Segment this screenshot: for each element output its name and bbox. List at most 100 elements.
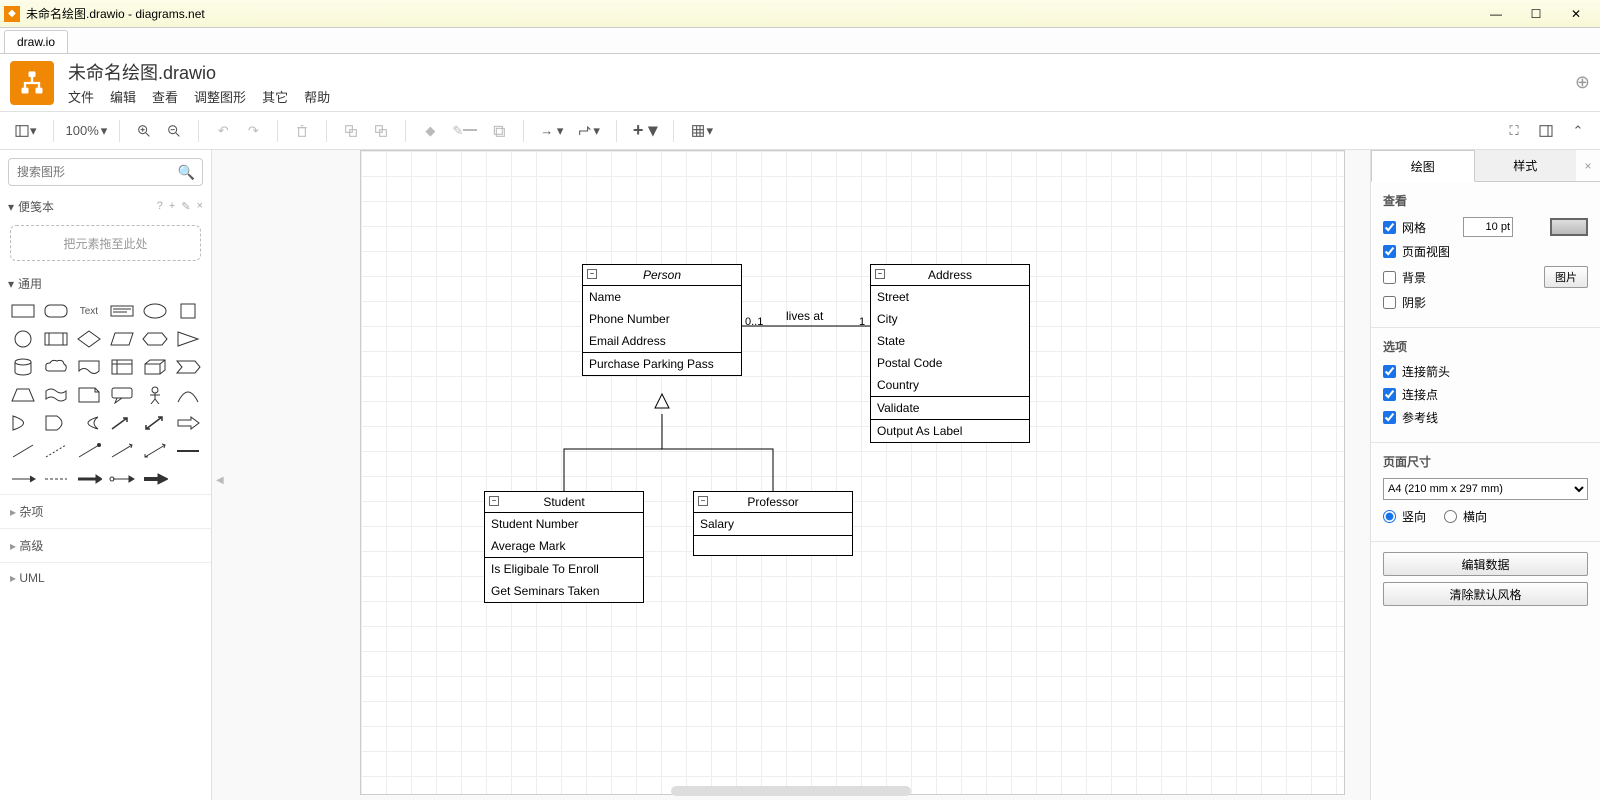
shape-rect[interactable] (8, 300, 37, 322)
landscape-radio[interactable] (1444, 510, 1457, 523)
menu-help[interactable]: 帮助 (304, 87, 330, 106)
shape-line1[interactable] (8, 440, 37, 462)
sidebar-splitter[interactable]: ◀ (216, 475, 224, 486)
menu-edit[interactable]: 编辑 (110, 87, 136, 106)
shape-process[interactable] (41, 328, 70, 350)
points-checkbox[interactable] (1383, 388, 1396, 401)
tab-style[interactable]: 样式 (1475, 150, 1577, 182)
scratchpad-close-icon[interactable]: × (197, 200, 203, 213)
collapse-icon[interactable]: − (875, 269, 885, 279)
connection-button[interactable]: → ▾ (536, 117, 567, 145)
shape-textbox[interactable] (107, 300, 136, 322)
shape-conn1[interactable] (174, 440, 203, 462)
shape-trapezoid[interactable] (8, 384, 37, 406)
shape-step[interactable] (174, 356, 203, 378)
shape-arrow-thick[interactable] (174, 412, 203, 434)
grid-checkbox[interactable] (1383, 221, 1396, 234)
menu-adjust[interactable]: 调整图形 (194, 87, 246, 106)
shape-conn2[interactable] (8, 468, 37, 490)
maximize-button[interactable]: ☐ (1516, 0, 1556, 28)
shape-internal[interactable] (107, 356, 136, 378)
close-button[interactable]: ✕ (1556, 0, 1596, 28)
portrait-radio[interactable] (1383, 510, 1396, 523)
minimize-button[interactable]: — (1476, 0, 1516, 28)
format-panel-button[interactable] (1534, 117, 1558, 145)
shape-triangle[interactable] (174, 328, 203, 350)
shape-or[interactable] (8, 412, 37, 434)
scratchpad-add-icon[interactable]: + (169, 200, 175, 213)
category-advanced[interactable]: 高级 (0, 528, 211, 562)
shape-square[interactable] (174, 300, 203, 322)
shape-tape[interactable] (41, 384, 70, 406)
shape-and[interactable] (41, 412, 70, 434)
shape-datastore[interactable] (74, 412, 103, 434)
delete-button[interactable] (290, 117, 314, 145)
zoom-dropdown[interactable]: 100% ▾ (66, 123, 108, 139)
shape-hexagon[interactable] (141, 328, 170, 350)
document-title[interactable]: 未命名绘图.drawio (68, 59, 330, 85)
zoom-in-button[interactable] (132, 117, 156, 145)
search-input[interactable] (8, 158, 203, 186)
shape-cloud[interactable] (41, 356, 70, 378)
shape-conn5[interactable] (107, 468, 136, 490)
menu-view[interactable]: 查看 (152, 87, 178, 106)
category-misc[interactable]: 杂项 (0, 494, 211, 528)
scratchpad-edit-icon[interactable]: ✎ (181, 200, 190, 213)
shadow-button[interactable] (487, 117, 511, 145)
class-address[interactable]: −Address Street City State Postal Code C… (870, 264, 1030, 443)
paper-size-select[interactable]: A4 (210 mm x 297 mm) (1383, 478, 1588, 500)
horizontal-scrollbar[interactable] (671, 786, 911, 796)
shape-circle[interactable] (8, 328, 37, 350)
collapse-button[interactable]: ⌃ (1566, 117, 1590, 145)
collapse-icon[interactable]: − (489, 496, 499, 506)
clear-style-button[interactable]: 清除默认风格 (1383, 582, 1588, 606)
grid-size-input[interactable] (1463, 217, 1513, 237)
tab-diagram[interactable]: 绘图 (1371, 150, 1475, 182)
fullscreen-button[interactable]: ⛶ (1502, 117, 1526, 145)
shape-actor[interactable] (141, 384, 170, 406)
canvas[interactable]: ◀ −Person Name Phone Number Email Addres… (212, 150, 1370, 800)
zoom-out-button[interactable] (162, 117, 186, 145)
grid-color-swatch[interactable] (1550, 218, 1588, 236)
shape-cylinder[interactable] (8, 356, 37, 378)
edge-generalization[interactable] (561, 394, 781, 494)
shape-line2[interactable] (41, 440, 70, 462)
shape-parallelogram[interactable] (107, 328, 136, 350)
edit-data-button[interactable]: 编辑数据 (1383, 552, 1588, 576)
shape-line5[interactable] (141, 440, 170, 462)
class-professor[interactable]: −Professor Salary (693, 491, 853, 556)
shape-document[interactable] (74, 356, 103, 378)
shape-conn4[interactable] (74, 468, 103, 490)
search-icon[interactable]: 🔍 (178, 164, 195, 181)
shape-line3[interactable] (74, 440, 103, 462)
shape-curve[interactable] (174, 384, 203, 406)
shape-text[interactable]: Text (74, 300, 103, 322)
menu-other[interactable]: 其它 (262, 87, 288, 106)
shape-callout[interactable] (107, 384, 136, 406)
shape-round-rect[interactable] (41, 300, 70, 322)
shape-conn6[interactable] (141, 468, 170, 490)
shadow-checkbox[interactable] (1383, 296, 1396, 309)
shape-cube[interactable] (141, 356, 170, 378)
redo-button[interactable]: ↷ (241, 117, 265, 145)
menu-file[interactable]: 文件 (68, 87, 94, 106)
background-checkbox[interactable] (1383, 271, 1396, 284)
shape-note[interactable] (74, 384, 103, 406)
shape-conn3[interactable] (41, 468, 70, 490)
table-button[interactable]: ▾ (686, 117, 717, 145)
edge-label-lives-at[interactable]: lives at (786, 309, 823, 323)
shape-arrow[interactable] (107, 412, 136, 434)
language-icon[interactable]: ⊕ (1575, 72, 1590, 93)
shape-diamond[interactable] (74, 328, 103, 350)
shape-line4[interactable] (107, 440, 136, 462)
edge-mult-left[interactable]: 0..1 (745, 316, 763, 328)
tab-drawio[interactable]: draw.io (4, 30, 68, 53)
scratchpad-header[interactable]: ▾便笺本 ? + ✎ × (0, 194, 211, 219)
to-front-button[interactable] (339, 117, 363, 145)
scratchpad-dropzone[interactable]: 把元素拖至此处 (10, 225, 201, 261)
general-header[interactable]: ▾通用 (0, 271, 211, 296)
scratchpad-help-icon[interactable]: ? (157, 200, 163, 213)
image-button[interactable]: 图片 (1544, 266, 1588, 288)
collapse-icon[interactable]: − (698, 496, 708, 506)
edge-mult-right[interactable]: 1 (859, 316, 865, 328)
